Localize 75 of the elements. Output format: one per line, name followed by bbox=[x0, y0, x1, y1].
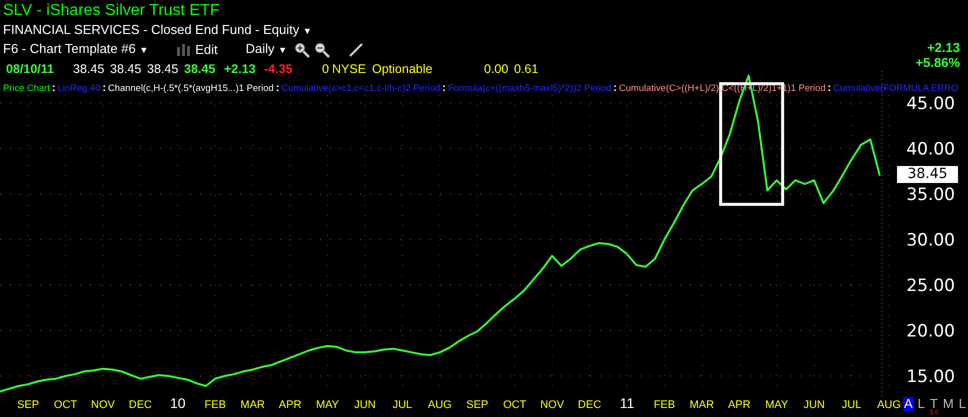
month-label: AUG bbox=[877, 399, 901, 411]
y-axis-label: 30.00 bbox=[906, 230, 955, 250]
period-dropdown[interactable]: Daily ▼ bbox=[246, 40, 292, 59]
scale-mode-toggle[interactable]: L bbox=[916, 397, 926, 411]
indicator-label: Channel(c,H-(.5*(.5*(avgH15...)1 Period bbox=[108, 82, 274, 93]
y-axis-label: 25.00 bbox=[906, 276, 955, 296]
indicator-label: Cumulative(FORMULA ERRO bbox=[833, 82, 958, 93]
caret-icon: ▼ bbox=[139, 45, 148, 55]
month-label: FEB bbox=[204, 399, 226, 411]
scale-mode-toggle[interactable]: T bbox=[928, 397, 939, 411]
indicator-label: Cumulative(c>c1,c<c1,c-l/h-c)2 Period bbox=[281, 82, 440, 93]
month-label: JUN bbox=[354, 399, 376, 411]
month-label: SEP bbox=[466, 399, 488, 411]
change-points: +2.13 bbox=[926, 40, 960, 55]
y-axis-label: 45.00 bbox=[906, 94, 955, 114]
month-label: MAY bbox=[316, 399, 340, 411]
month-label: APR bbox=[278, 399, 302, 411]
pen-icon[interactable] bbox=[349, 42, 364, 56]
change-percent: +5.86% bbox=[916, 55, 960, 70]
month-label: FEB bbox=[654, 399, 676, 411]
indicator-label: : bbox=[828, 82, 832, 94]
y-axis-label: 40.00 bbox=[906, 140, 955, 160]
quote-value: 38.45 bbox=[184, 61, 216, 78]
scale-mode-toggle[interactable]: A bbox=[903, 397, 914, 411]
zoom-in-icon[interactable] bbox=[294, 42, 312, 58]
indicator-label: Formula(c+((maxh5-maxl5)*2))2 Period bbox=[448, 82, 612, 93]
zoom-out-icon[interactable] bbox=[314, 42, 332, 58]
month-label: AUG bbox=[428, 399, 452, 411]
category-dropdown[interactable]: FINANCIAL SERVICES - Closed End Fund - Equity ▼ bbox=[3, 21, 316, 40]
month-label: SEP bbox=[17, 399, 40, 411]
month-label: MAR bbox=[690, 399, 714, 411]
month-label: NOV bbox=[540, 399, 564, 411]
indicator-label: : bbox=[276, 82, 280, 94]
quote-value: +2.13 bbox=[224, 61, 257, 78]
indicator-label: : bbox=[52, 82, 56, 94]
y-axis-label: 20.00 bbox=[906, 322, 955, 342]
quote-value: Optionable bbox=[372, 61, 434, 78]
month-label: DEC bbox=[578, 399, 602, 411]
year-label: 10 bbox=[170, 395, 186, 411]
month-label: JUN bbox=[803, 399, 825, 411]
bar-chart-icon bbox=[176, 44, 192, 56]
quote-value: 0 bbox=[322, 61, 330, 78]
indicator-label: LinReg 40 bbox=[58, 82, 100, 93]
y-axis-label: 35.00 bbox=[906, 185, 955, 205]
month-label: JUL bbox=[842, 399, 862, 411]
quote-value: 38.45 bbox=[73, 61, 106, 78]
scale-mode-toggle[interactable]: L bbox=[958, 397, 967, 411]
caret-icon: ▼ bbox=[278, 45, 288, 55]
quote-value: 08/10/11 bbox=[6, 61, 55, 78]
quote-value: 0.61 bbox=[514, 61, 538, 78]
indicator-label: Price Chart bbox=[3, 82, 50, 93]
indicator-label: : bbox=[613, 82, 617, 94]
template-dropdown[interactable]: F6 - Chart Template #6 ▼ bbox=[3, 40, 152, 59]
scale-mode-toggle[interactable]: M bbox=[942, 397, 955, 411]
caret-icon: ▼ bbox=[302, 26, 312, 36]
month-label: APR bbox=[728, 399, 751, 411]
quote-value: -4.35 bbox=[264, 61, 294, 78]
month-label: OCT bbox=[54, 399, 78, 411]
quote-value: 38.45 bbox=[110, 61, 142, 78]
indicator-label: : bbox=[442, 82, 446, 94]
indicator-label: : bbox=[102, 82, 106, 94]
month-label: MAY bbox=[765, 399, 788, 411]
quote-value: NYSE bbox=[332, 61, 368, 78]
quote-value: 0.00 bbox=[484, 61, 510, 78]
quote-value: 38.45 bbox=[147, 61, 180, 78]
year-label: 11 bbox=[620, 395, 634, 411]
month-label: JUL bbox=[392, 399, 412, 411]
month-label: NOV bbox=[91, 399, 115, 411]
y-axis-label: 15.00 bbox=[906, 367, 955, 387]
window-title: SLV - iShares Silver Trust ETF bbox=[3, 1, 221, 20]
last-price-label: 38.45 bbox=[897, 166, 958, 183]
month-label: OCT bbox=[503, 399, 526, 411]
month-label: MAR bbox=[240, 399, 265, 411]
edit-button[interactable]: Edit bbox=[176, 40, 222, 58]
month-label: DEC bbox=[128, 399, 152, 411]
